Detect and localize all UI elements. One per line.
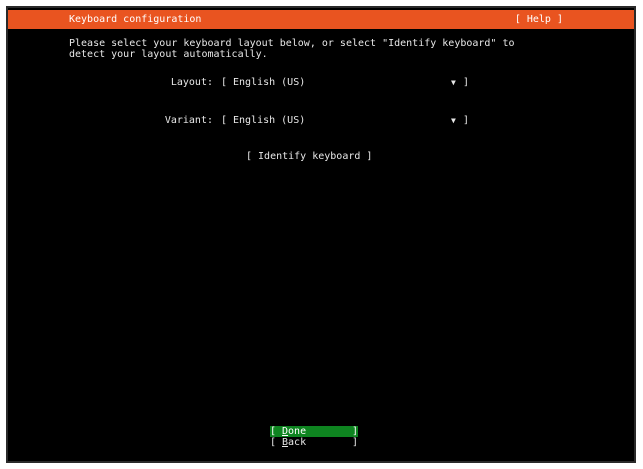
- layout-open-bracket: [: [221, 77, 228, 88]
- done-open-bracket: [: [270, 426, 277, 437]
- back-open-bracket: [: [270, 437, 277, 448]
- layout-value: English (US): [233, 77, 306, 88]
- back-label-rest: ack: [288, 437, 307, 448]
- dropdown-arrow-icon: ▼: [451, 116, 456, 125]
- layout-row: Layout: [ English (US) ▼ ]: [8, 77, 634, 89]
- dropdown-arrow-icon: ▼: [451, 78, 456, 87]
- variant-value: English (US): [233, 115, 306, 126]
- variant-label: Variant:: [164, 115, 213, 126]
- intro-text: Please select your keyboard layout below…: [69, 38, 515, 60]
- intro-line-2: detect your layout automatically.: [69, 49, 268, 60]
- installer-window: Keyboard configuration [ Help ] Please s…: [6, 6, 636, 463]
- variant-close-bracket: ]: [463, 115, 470, 126]
- done-label-rest: one: [288, 426, 307, 437]
- back-button[interactable]: [ Back ]: [270, 437, 358, 448]
- layout-label: Layout:: [170, 77, 213, 88]
- done-close-bracket: ]: [351, 426, 358, 437]
- page-title: Keyboard configuration: [69, 14, 202, 25]
- done-label: Done: [282, 426, 306, 437]
- header-bar: Keyboard configuration [ Help ]: [8, 10, 634, 29]
- variant-select[interactable]: [ English (US) ▼ ]: [221, 115, 469, 127]
- intro-line-1: Please select your keyboard layout below…: [69, 38, 515, 49]
- layout-close-bracket: ]: [463, 77, 470, 88]
- back-label: Back: [282, 437, 306, 448]
- done-button[interactable]: [ Done ]: [270, 426, 358, 437]
- help-button[interactable]: [ Help ]: [515, 14, 563, 25]
- layout-select[interactable]: [ English (US) ▼ ]: [221, 77, 469, 89]
- variant-row: Variant: [ English (US) ▼ ]: [8, 115, 634, 127]
- back-close-bracket: ]: [351, 437, 358, 448]
- terminal-screen: Keyboard configuration [ Help ] Please s…: [8, 8, 634, 461]
- variant-open-bracket: [: [221, 115, 228, 126]
- identify-keyboard-button[interactable]: [ Identify keyboard ]: [246, 151, 372, 162]
